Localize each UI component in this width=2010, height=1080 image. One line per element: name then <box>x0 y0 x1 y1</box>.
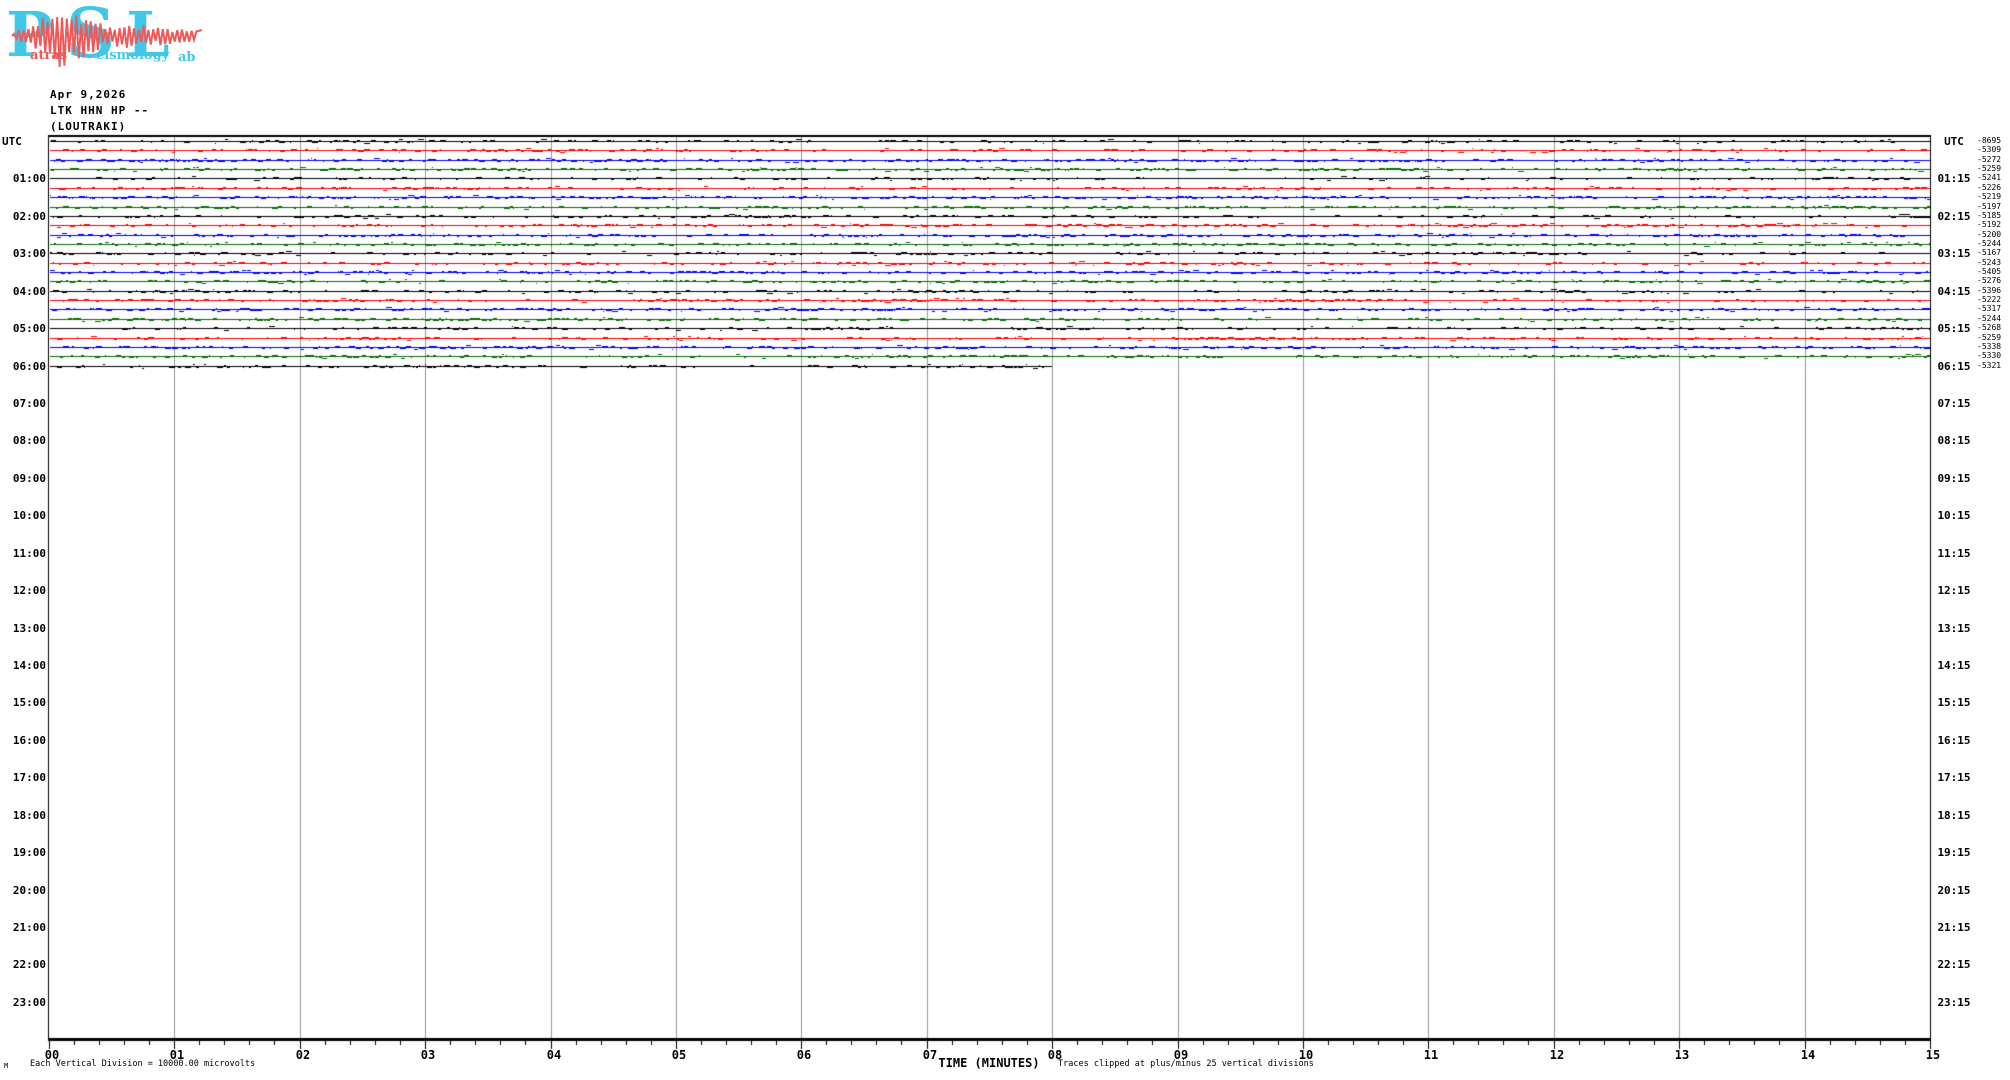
header-date: Apr 9,2026 <box>50 88 127 101</box>
minute-tick-label: 07 <box>922 1048 938 1062</box>
left-hour-label: 12:00 <box>12 584 46 597</box>
right-hour-label: 13:15 <box>1937 622 1971 635</box>
trace-offset-value: -5244 <box>1977 239 2002 248</box>
minute-tick-label: 05 <box>671 1048 687 1062</box>
left-hour-label: 01:00 <box>12 172 46 185</box>
left-hour-label: 19:00 <box>12 846 46 859</box>
left-hour-label: 14:00 <box>12 659 46 672</box>
right-hour-label: 08:15 <box>1937 434 1971 447</box>
right-hour-label: 10:15 <box>1937 509 1971 522</box>
right-hour-label: 18:15 <box>1937 809 1971 822</box>
left-hour-label: 09:00 <box>12 472 46 485</box>
trace-offset-value: -5241 <box>1977 173 2002 182</box>
helicorder-page: P S L atras eismology ab Apr 9,2026 LTK … <box>0 0 2010 1080</box>
left-hour-label: 07:00 <box>12 397 46 410</box>
left-hour-label: 11:00 <box>12 547 46 560</box>
trace-offset-value: -5244 <box>1977 314 2002 323</box>
right-hour-label: 20:15 <box>1937 884 1971 897</box>
right-hour-label: 14:15 <box>1937 659 1971 672</box>
right-hour-label: 17:15 <box>1937 771 1971 784</box>
left-hour-label: 02:00 <box>12 210 46 223</box>
minute-tick-label: 06 <box>796 1048 812 1062</box>
right-hour-label: 16:15 <box>1937 734 1971 747</box>
trace-offset-value: -5167 <box>1977 248 2002 257</box>
minute-tick-label: 13 <box>1674 1048 1690 1062</box>
trace-offset-value: -5222 <box>1977 295 2002 304</box>
trace-offset-value: -5317 <box>1977 304 2002 313</box>
header-location: (LOUTRAKI) <box>50 120 127 133</box>
right-hour-label: 15:15 <box>1937 696 1971 709</box>
logo-word-eismology: eismology <box>96 48 170 63</box>
corner-mark: M <box>4 1062 9 1070</box>
trace-offset-value: -8695 <box>1977 136 2002 145</box>
left-hour-label: 20:00 <box>12 884 46 897</box>
minute-tick-label: 11 <box>1423 1048 1439 1062</box>
trace-offset-value: -5268 <box>1977 323 2002 332</box>
left-hour-label: 08:00 <box>12 434 46 447</box>
left-hour-label: 04:00 <box>12 285 46 298</box>
clip-note: Traces clipped at plus/minus 25 vertical… <box>1058 1059 1314 1069</box>
trace-offset-value: -5259 <box>1977 164 2002 173</box>
right-hour-label: 04:15 <box>1937 285 1971 298</box>
minute-tick-label: 15 <box>1925 1048 1941 1062</box>
trace-offset-value: -5276 <box>1977 276 2002 285</box>
trace-offset-value: -5309 <box>1977 145 2002 154</box>
trace-offset-value: -5272 <box>1977 155 2002 164</box>
trace-offset-value: -5396 <box>1977 286 2002 295</box>
logo-word-ab: ab <box>178 50 196 65</box>
left-hour-label: 13:00 <box>12 622 46 635</box>
trace-offset-value: -5192 <box>1977 220 2002 229</box>
right-hour-label: 05:15 <box>1937 322 1971 335</box>
trace-offset-value: -5197 <box>1977 202 2002 211</box>
trace-offset-value: -5185 <box>1977 211 2002 220</box>
left-hour-label: 18:00 <box>12 809 46 822</box>
utc-label-left: UTC <box>2 135 22 148</box>
right-hour-label: 23:15 <box>1937 996 1971 1009</box>
vertical-scale-note: Each Vertical Division = 10000.00 microv… <box>30 1059 256 1069</box>
trace-offset-value: -5405 <box>1977 267 2002 276</box>
trace-offset-value: -5243 <box>1977 258 2002 267</box>
right-hour-label: 02:15 <box>1937 210 1971 223</box>
psl-logo: P S L atras eismology ab <box>2 0 208 74</box>
right-hour-label: 09:15 <box>1937 472 1971 485</box>
right-hour-label: 21:15 <box>1937 921 1971 934</box>
left-hour-label: 10:00 <box>12 509 46 522</box>
minute-tick-label: 14 <box>1800 1048 1816 1062</box>
header-station-code: LTK HHN HP -- <box>50 104 150 117</box>
logo-word-atras: atras <box>30 48 68 63</box>
trace-offset-value: -5259 <box>1977 333 2002 342</box>
right-hour-label: 19:15 <box>1937 846 1971 859</box>
trace-offset-value: -5330 <box>1977 351 2002 360</box>
x-axis-label: TIME (MINUTES) <box>938 1056 1040 1070</box>
left-hour-label: 15:00 <box>12 696 46 709</box>
utc-label-right: UTC <box>1944 135 1964 148</box>
minute-tick-label: 04 <box>546 1048 562 1062</box>
right-hour-label: 03:15 <box>1937 247 1971 260</box>
trace-offset-value: -5200 <box>1977 230 2002 239</box>
right-hour-label: 11:15 <box>1937 547 1971 560</box>
left-hour-label: 22:00 <box>12 958 46 971</box>
right-hour-label: 01:15 <box>1937 172 1971 185</box>
left-hour-label: 17:00 <box>12 771 46 784</box>
trace-offset-value: -5226 <box>1977 183 2002 192</box>
minute-tick-label: 03 <box>420 1048 436 1062</box>
left-hour-label: 03:00 <box>12 247 46 260</box>
right-hour-label: 07:15 <box>1937 397 1971 410</box>
minute-tick-label: 02 <box>295 1048 311 1062</box>
left-hour-label: 21:00 <box>12 921 46 934</box>
trace-offset-value: -5321 <box>1977 361 2002 370</box>
right-hour-label: 12:15 <box>1937 584 1971 597</box>
minute-tick-label: 12 <box>1549 1048 1565 1062</box>
left-hour-label: 06:00 <box>12 360 46 373</box>
left-hour-label: 05:00 <box>12 322 46 335</box>
left-hour-label: 23:00 <box>12 996 46 1009</box>
trace-offset-value: -5338 <box>1977 342 2002 351</box>
right-hour-label: 22:15 <box>1937 958 1971 971</box>
right-hour-label: 06:15 <box>1937 360 1971 373</box>
helicorder-canvas <box>0 0 2010 1080</box>
left-hour-label: 16:00 <box>12 734 46 747</box>
trace-offset-value: -5219 <box>1977 192 2002 201</box>
